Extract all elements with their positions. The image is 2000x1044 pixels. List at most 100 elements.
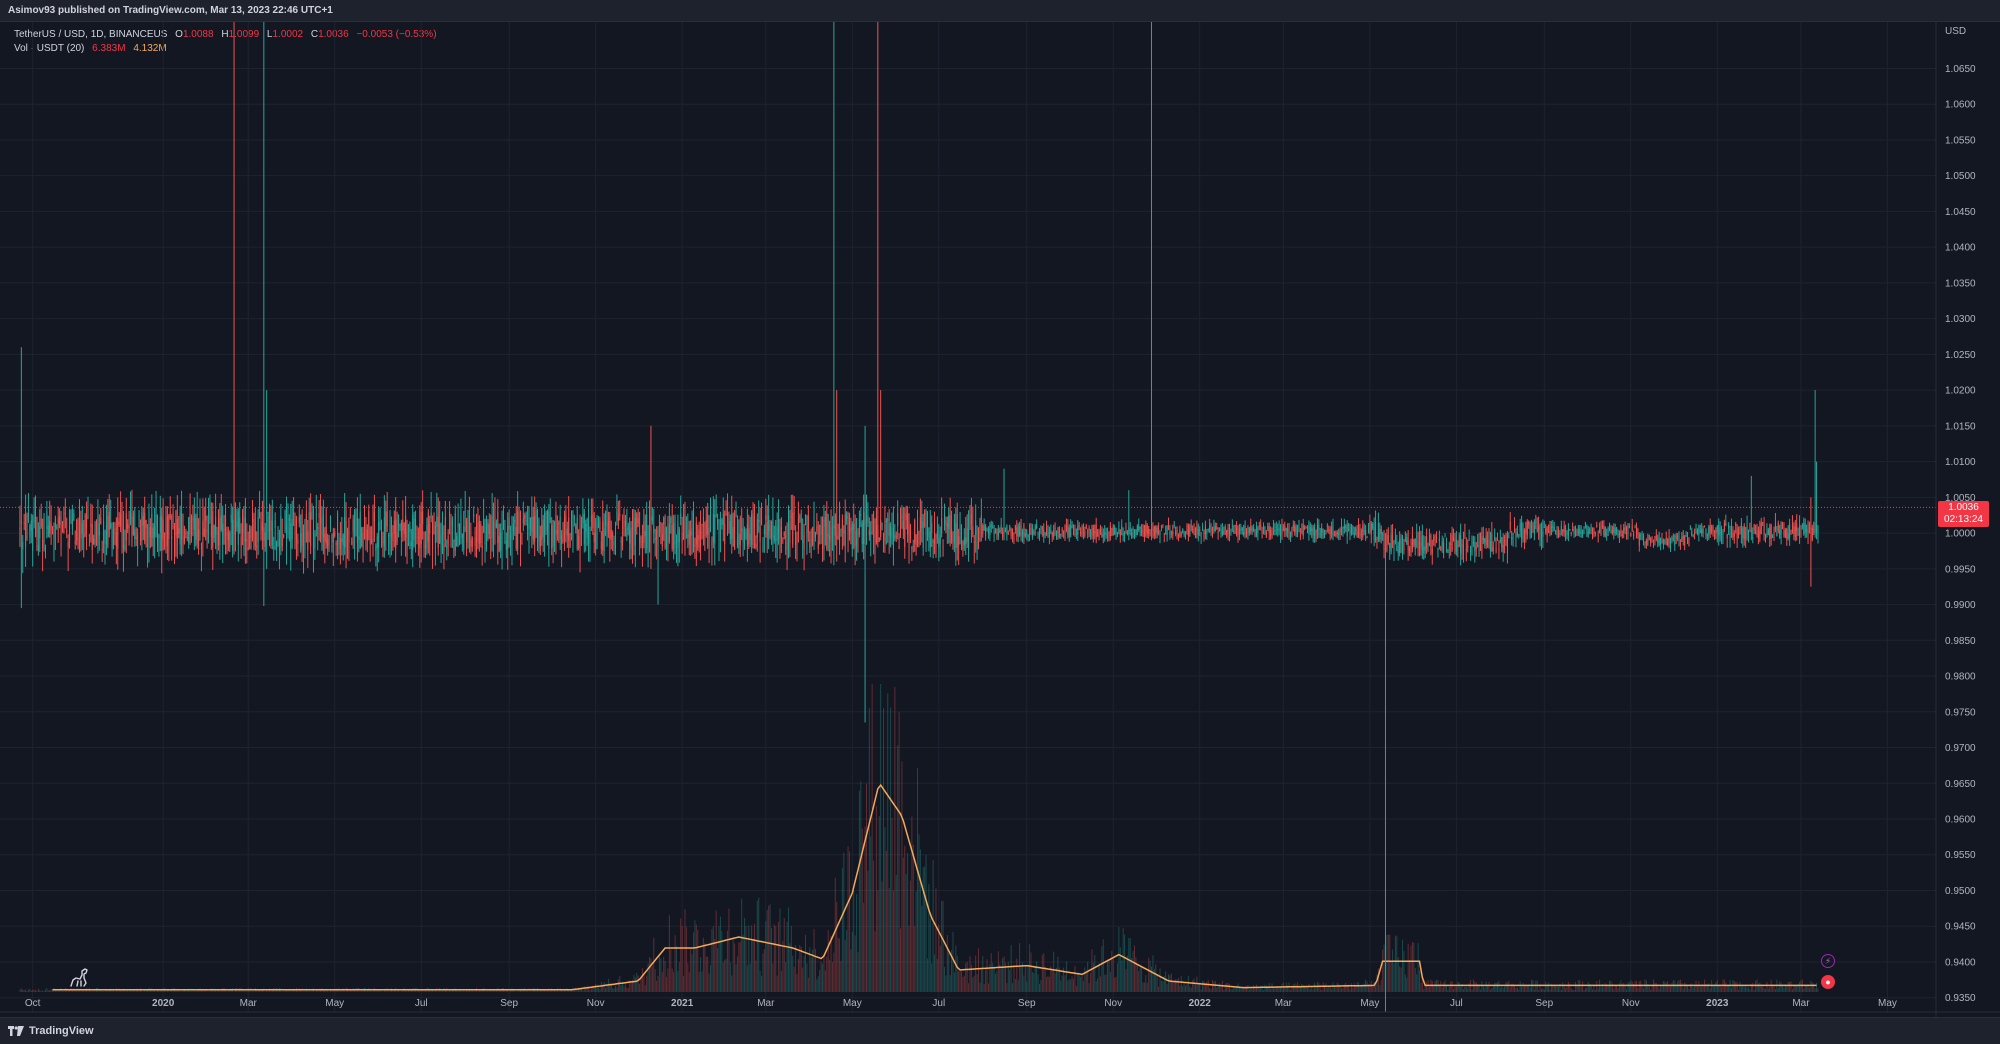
candle-body bbox=[372, 513, 374, 543]
volume-bar bbox=[114, 991, 116, 992]
candle-body bbox=[142, 516, 144, 526]
volume-bar bbox=[1227, 982, 1229, 992]
volume-bar bbox=[953, 972, 955, 992]
volume-bar bbox=[1721, 986, 1723, 992]
volume-bar bbox=[817, 976, 819, 992]
volume-bar bbox=[603, 982, 605, 992]
candle-body bbox=[1519, 523, 1521, 532]
candle-body bbox=[1468, 539, 1470, 541]
candle-body bbox=[1073, 528, 1075, 531]
candle-body bbox=[1611, 529, 1613, 534]
candle-body bbox=[900, 517, 902, 534]
candle-body bbox=[1272, 524, 1274, 528]
candle-body bbox=[270, 520, 272, 532]
volume-bar bbox=[1029, 944, 1031, 992]
dividend-flash-icon[interactable]: ⚡ bbox=[1821, 954, 1835, 968]
candle-body bbox=[1671, 537, 1673, 541]
volume-bar bbox=[897, 745, 899, 992]
volume-bar bbox=[735, 964, 737, 992]
volume-bar bbox=[712, 926, 714, 992]
candle-body bbox=[1038, 529, 1040, 535]
volume-bar bbox=[1416, 974, 1418, 992]
volume-bar bbox=[1521, 986, 1523, 992]
volume-bar bbox=[434, 990, 436, 992]
candle-body bbox=[138, 514, 140, 521]
candle-body bbox=[582, 514, 584, 524]
candle-body bbox=[1257, 527, 1259, 533]
candle-body bbox=[339, 537, 341, 550]
earnings-flag-icon[interactable]: ● bbox=[1821, 975, 1835, 989]
candle-body bbox=[809, 543, 811, 547]
volume-bar bbox=[853, 890, 855, 992]
candle-body bbox=[1746, 525, 1748, 536]
volume-bar bbox=[1270, 988, 1272, 992]
candle-body bbox=[1200, 535, 1202, 537]
candle-body bbox=[698, 529, 700, 541]
candle-body bbox=[266, 512, 268, 515]
candle-body bbox=[1535, 521, 1537, 523]
candle-body bbox=[1742, 527, 1744, 539]
volume-bar bbox=[904, 845, 906, 992]
candle-body bbox=[1548, 530, 1550, 533]
candle-body bbox=[1382, 534, 1384, 536]
candle-body bbox=[732, 527, 734, 547]
candle-body bbox=[1721, 530, 1723, 535]
candle-body bbox=[47, 525, 49, 537]
volume-bar bbox=[1620, 980, 1622, 992]
candle-body bbox=[1450, 543, 1452, 545]
volume-bar bbox=[1251, 989, 1253, 992]
volume-bar bbox=[661, 972, 663, 992]
candle-body bbox=[1572, 528, 1574, 532]
volume-bar bbox=[1141, 967, 1143, 992]
volume-bar bbox=[856, 894, 858, 992]
volume-bar bbox=[40, 991, 42, 992]
volume-bar bbox=[1349, 989, 1351, 992]
volume-bar bbox=[1448, 986, 1450, 992]
volume-bar bbox=[1670, 986, 1672, 992]
candle-body bbox=[1777, 523, 1779, 531]
candle-body bbox=[422, 511, 424, 525]
candle-body bbox=[1377, 523, 1379, 541]
volume-bar bbox=[50, 989, 52, 992]
volume-bar bbox=[633, 974, 635, 992]
volume-bar bbox=[1132, 951, 1134, 992]
volume-bar bbox=[1664, 981, 1666, 992]
volume-bar bbox=[1458, 982, 1460, 992]
candle-body bbox=[412, 514, 414, 550]
candle-body bbox=[407, 542, 409, 546]
volume-bar bbox=[317, 990, 319, 992]
candle-body bbox=[1237, 530, 1239, 537]
candle-body bbox=[613, 541, 615, 546]
candle-body bbox=[1757, 531, 1759, 539]
candle-body bbox=[341, 538, 343, 542]
candle-body bbox=[32, 527, 34, 551]
volume-bar bbox=[30, 990, 32, 992]
volume-bar bbox=[891, 818, 893, 992]
candle-body bbox=[924, 513, 926, 515]
candle-body bbox=[1729, 533, 1731, 538]
candle-body bbox=[1559, 532, 1561, 536]
candle-body bbox=[314, 533, 316, 549]
price-chart[interactable]: USD 1.06501.06001.05501.05001.04501.0400… bbox=[0, 22, 2000, 1017]
volume-bar bbox=[61, 991, 63, 992]
candle-body bbox=[1509, 521, 1511, 530]
volume-bar bbox=[1681, 982, 1683, 992]
time-axis: Oct 2020 Mar May Jul Sep Nov 2021 Mar May Jul Sep No… bbox=[25, 998, 1897, 1009]
candle-body bbox=[1193, 529, 1195, 535]
candle-body bbox=[1674, 540, 1676, 546]
candle-body bbox=[113, 526, 115, 544]
candle-body bbox=[249, 525, 251, 549]
volume-bar bbox=[1535, 980, 1537, 992]
candle-body bbox=[610, 529, 612, 540]
candle-body bbox=[1640, 535, 1642, 537]
candle-body bbox=[535, 510, 537, 519]
volume-bar bbox=[1403, 950, 1405, 992]
volume-bar bbox=[710, 965, 712, 992]
volume-bar bbox=[630, 981, 632, 992]
candle-body bbox=[633, 513, 635, 532]
candle-body bbox=[467, 525, 469, 541]
volume-bar bbox=[1488, 981, 1490, 992]
volume-bar bbox=[1301, 983, 1303, 992]
candle-body bbox=[945, 520, 947, 524]
candle-body bbox=[1104, 532, 1106, 536]
